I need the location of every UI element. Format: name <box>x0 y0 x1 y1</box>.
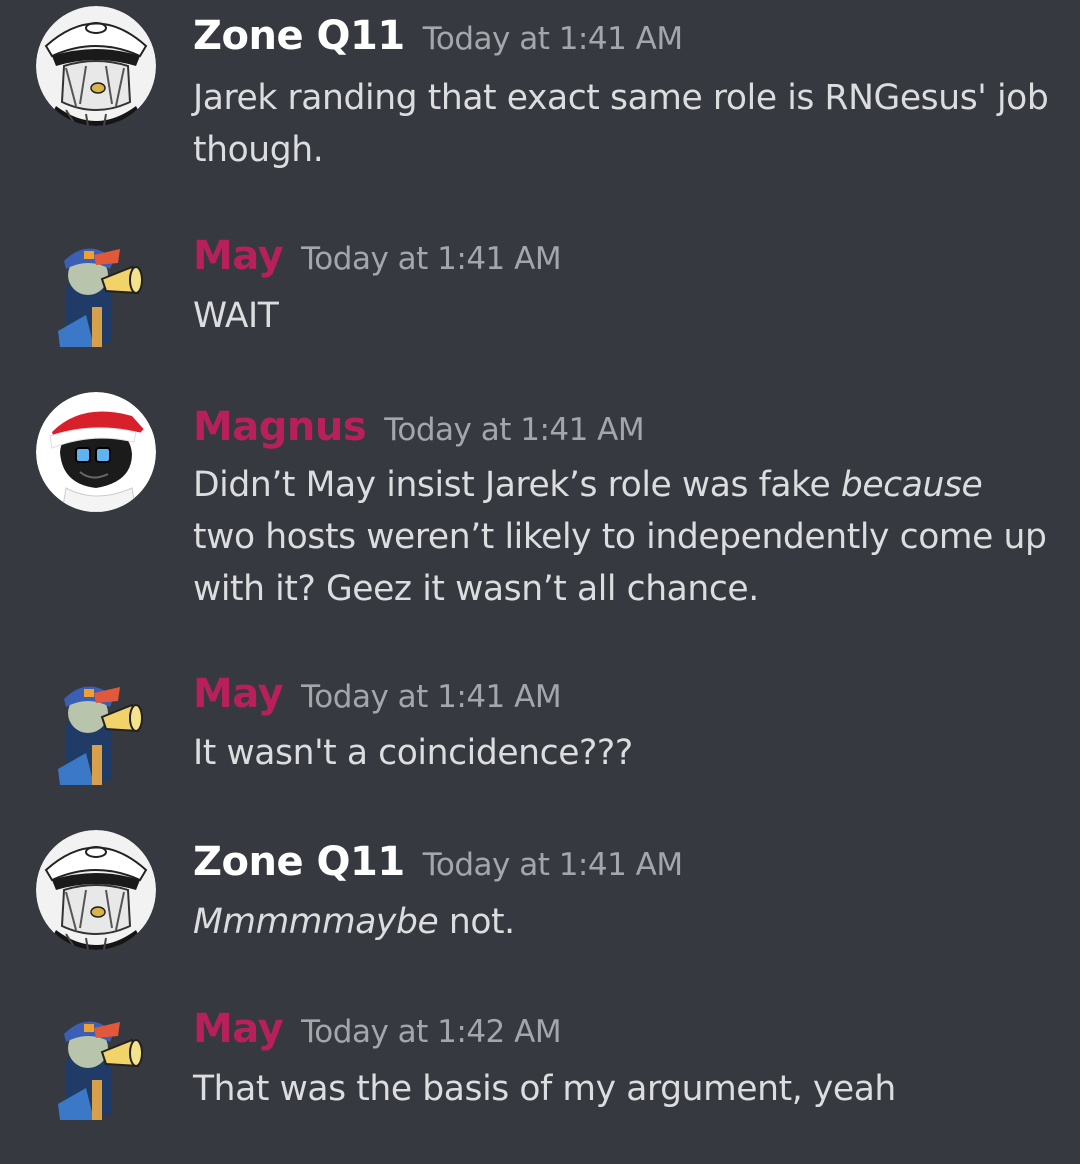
username[interactable]: Zone Q11 <box>193 839 405 885</box>
timestamp[interactable]: Today at 1:41 AM <box>301 241 561 277</box>
username[interactable]: May <box>193 233 284 279</box>
message-content: Jarek randing that exact same role is RN… <box>193 78 1049 170</box>
message-header: May Today at 1:42 AM <box>193 1006 562 1052</box>
message-content: Mmmmmaybe not. <box>193 896 1053 948</box>
may-avatar-icon[interactable] <box>36 673 156 793</box>
username[interactable]: May <box>193 671 284 717</box>
message-header: May Today at 1:41 AM <box>193 671 562 717</box>
zone-q11-avatar-icon[interactable] <box>36 830 156 950</box>
message-text: not. <box>438 902 515 942</box>
may-avatar-icon[interactable] <box>36 1008 156 1128</box>
timestamp[interactable]: Today at 1:41 AM <box>384 412 644 448</box>
message-header: Magnus Today at 1:41 AM <box>193 404 645 450</box>
message-text: two hosts weren’t likely to independentl… <box>193 517 1047 609</box>
message-content: Didn’t May insist Jarek’s role was fake … <box>193 459 1053 615</box>
message-text-italic: because <box>840 465 983 505</box>
timestamp[interactable]: Today at 1:41 AM <box>301 679 561 715</box>
magnus-avatar-icon[interactable] <box>36 392 156 512</box>
message-text: Didn’t May insist Jarek’s role was fake <box>193 465 841 505</box>
message-content: That was the basis of my argument, yeah <box>193 1069 896 1109</box>
zone-q11-avatar-icon[interactable] <box>36 6 156 126</box>
username[interactable]: Magnus <box>193 404 367 450</box>
username[interactable]: May <box>193 1006 284 1052</box>
timestamp[interactable]: Today at 1:42 AM <box>301 1014 561 1050</box>
message-header: Zone Q11 Today at 1:41 AM <box>193 839 683 885</box>
message-content: WAIT <box>193 296 279 336</box>
timestamp[interactable]: Today at 1:41 AM <box>423 847 683 883</box>
message-text-italic: Mmmmmaybe <box>193 902 439 942</box>
message-header: May Today at 1:41 AM <box>193 233 562 279</box>
message-content: It wasn't a coincidence??? <box>193 733 633 773</box>
may-avatar-icon[interactable] <box>36 235 156 355</box>
message-header: Zone Q11 Today at 1:41 AM <box>193 13 683 59</box>
username[interactable]: Zone Q11 <box>193 13 405 59</box>
timestamp[interactable]: Today at 1:41 AM <box>423 21 683 57</box>
